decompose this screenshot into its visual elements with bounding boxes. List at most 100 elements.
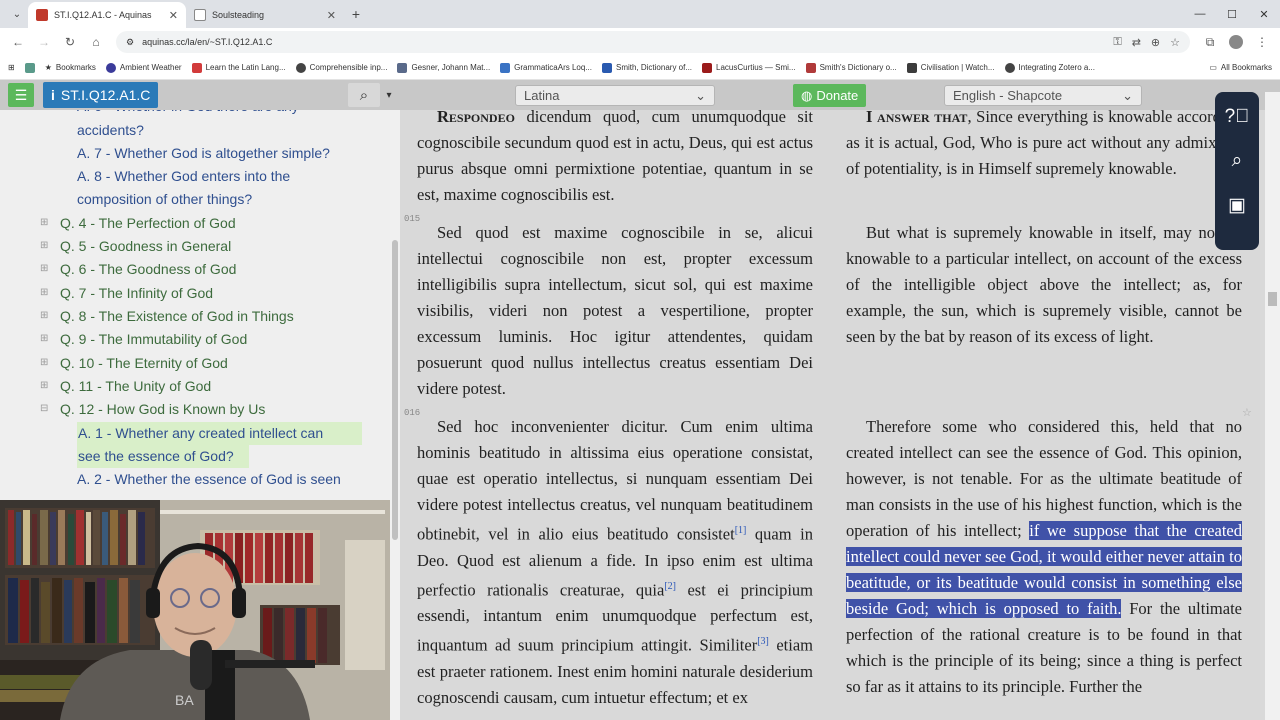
reload-icon[interactable]: ↻ xyxy=(58,30,82,54)
toc-article-selected[interactable]: A. 1 - Whether any created intellect can xyxy=(77,422,362,445)
minimize-icon[interactable]: — xyxy=(1184,0,1216,28)
url-text: aquinas.cc/la/en/~ST.I.Q12.A1.C xyxy=(142,37,273,47)
toc-question[interactable]: Q. 5 - Goodness in General xyxy=(60,235,231,258)
all-bookmarks[interactable]: ▭ All Bookmarks xyxy=(1209,63,1272,72)
toc-question[interactable]: Q. 12 - How God is Known by Us xyxy=(60,398,265,421)
bookmark-icon xyxy=(191,62,202,73)
bookmark-icon xyxy=(24,62,35,73)
bookmark-6[interactable]: GrammaticaArs Loq... xyxy=(500,62,592,73)
search-button[interactable]: ⌕ xyxy=(348,83,380,107)
expand-icon[interactable]: ⊞ xyxy=(40,217,48,228)
bookmark-star-icon[interactable]: ☆ xyxy=(1170,36,1180,49)
toc-article[interactable]: accidents? xyxy=(77,119,144,142)
home-icon[interactable]: ⌂ xyxy=(84,30,108,54)
site-info-icon[interactable]: ⚙ xyxy=(126,37,134,48)
latin-paragraph-1[interactable]: Respondeo dicendum quod, cum unumquodque… xyxy=(417,110,813,208)
zoom-icon[interactable]: ⊕ xyxy=(1151,36,1160,49)
search-icon[interactable]: ⌕ xyxy=(1222,146,1252,176)
url-field[interactable]: ⚙ aquinas.cc/la/en/~ST.I.Q12.A1.C ⚿ ⇄ ⊕ … xyxy=(116,31,1190,53)
bookmark-9[interactable]: Smith's Dictionary o... xyxy=(805,62,897,73)
toc-article[interactable]: A. 2 - Whether the essence of God is see… xyxy=(77,468,341,491)
expand-icon[interactable]: ⊞ xyxy=(40,310,48,321)
bookmark-1[interactable]: ★ Bookmarks xyxy=(45,63,96,72)
tab-soulsteading[interactable]: Soulsteading ✕ xyxy=(186,2,344,28)
bookmark-icon xyxy=(295,62,306,73)
apps-grid-icon[interactable]: ⊞ xyxy=(8,63,15,72)
bookmark-5[interactable]: Gesner, Johann Mat... xyxy=(397,62,490,73)
translate-icon[interactable]: ⇄ xyxy=(1132,36,1141,49)
toc-article[interactable]: A. 7 - Whether God is altogether simple? xyxy=(77,142,330,165)
expand-icon[interactable]: ⊞ xyxy=(40,357,48,368)
search-dropdown-icon[interactable]: ▾ xyxy=(380,83,398,107)
close-window-icon[interactable]: ✕ xyxy=(1248,0,1280,28)
toc-question[interactable]: Q. 8 - The Existence of God in Things xyxy=(60,305,294,328)
bookmark-11[interactable]: Integrating Zotero a... xyxy=(1004,62,1095,73)
scrollbar-thumb[interactable] xyxy=(392,240,398,540)
expand-icon[interactable]: ⊞ xyxy=(40,287,48,298)
tab-search-icon[interactable]: ⌄ xyxy=(6,3,28,25)
toc-question[interactable]: Q. 9 - The Immutability of God xyxy=(60,328,247,351)
bookmark-icon xyxy=(601,62,612,73)
english-paragraph-3[interactable]: Therefore some who considered this, held… xyxy=(846,414,1242,700)
window-controls: — ☐ ✕ xyxy=(1184,0,1280,28)
bookmark-8[interactable]: LacusCurtius — Smi... xyxy=(702,62,796,73)
answer-lead: I answer that xyxy=(866,110,968,126)
bookmark-label: Civilisation | Watch... xyxy=(920,63,995,72)
key-icon[interactable]: ⚿ xyxy=(1113,36,1121,49)
english-paragraph-1[interactable]: I answer that, Since everything is knowa… xyxy=(846,110,1242,182)
toc-question[interactable]: Q. 11 - The Unity of God xyxy=(60,375,211,398)
toc-article[interactable]: A. 8 - Whether God enters into the xyxy=(77,165,290,188)
tab-aquinas[interactable]: ST.I.Q12.A1.C - Aquinas ✕ xyxy=(28,2,186,28)
svg-text:BA: BA xyxy=(175,692,194,708)
webcam-image: BA xyxy=(0,500,390,720)
toc-question[interactable]: Q. 10 - The Eternity of God xyxy=(60,352,228,375)
favorite-star-icon[interactable]: ☆ xyxy=(1242,406,1252,419)
latin-paragraph-2[interactable]: Sed quod est maxime cognoscibile in se, … xyxy=(417,220,813,402)
back-icon[interactable]: ← xyxy=(6,30,30,54)
hamburger-menu-icon[interactable]: ☰ xyxy=(8,83,34,107)
expand-icon[interactable]: ⊞ xyxy=(40,240,48,251)
expand-icon[interactable]: ⊞ xyxy=(40,380,48,391)
footnote-link[interactable]: [2] xyxy=(664,581,676,592)
left-language-select[interactable]: Latina ⌄ xyxy=(515,85,715,106)
bookmark-2[interactable]: Ambient Weather xyxy=(105,62,182,73)
expand-icon[interactable]: ⊞ xyxy=(40,263,48,274)
toc-question[interactable]: Q. 7 - The Infinity of God xyxy=(60,282,213,305)
toc-article[interactable]: composition of other things? xyxy=(77,188,252,211)
extensions-icon[interactable]: ⧉ xyxy=(1198,30,1222,54)
forward-icon[interactable]: → xyxy=(32,30,56,54)
close-tab-icon[interactable]: ✕ xyxy=(169,9,178,22)
toc-article[interactable]: A. 6 - Whether in God there are any xyxy=(77,110,299,118)
bookmark-label: Ambient Weather xyxy=(119,63,182,72)
book-icon[interactable]: ▣ xyxy=(1222,190,1252,220)
help-icon[interactable]: ?⃝ xyxy=(1222,102,1252,132)
floating-action-panel: ?⃝ ⌕ ▣ xyxy=(1215,92,1259,250)
new-tab-button[interactable]: + xyxy=(344,2,368,26)
maximize-icon[interactable]: ☐ xyxy=(1216,0,1248,28)
scrollbar-thumb[interactable] xyxy=(1268,292,1277,306)
english-paragraph-2[interactable]: But what is supremely knowable in itself… xyxy=(846,220,1242,350)
donate-button[interactable]: ◍ Donate xyxy=(793,84,867,107)
menu-dots-icon[interactable]: ⋮ xyxy=(1250,30,1274,54)
bookmark-4[interactable]: Comprehensible inp... xyxy=(295,62,387,73)
footnote-link[interactable]: [3] xyxy=(757,636,769,647)
bookmark-7[interactable]: Smith, Dictionary of... xyxy=(601,62,692,73)
collapse-icon[interactable]: ⊟ xyxy=(40,403,48,414)
toc-question[interactable]: Q. 6 - The Goodness of God xyxy=(60,258,236,281)
chevron-down-icon: ⌄ xyxy=(695,87,706,103)
toc-question[interactable]: Q. 4 - The Perfection of God xyxy=(60,212,236,235)
close-tab-icon[interactable]: ✕ xyxy=(327,9,336,22)
page-scrollbar[interactable] xyxy=(1265,92,1280,720)
right-language-select[interactable]: English - Shapcote ⌄ xyxy=(944,85,1142,106)
sidebar-scrollbar[interactable] xyxy=(390,110,400,720)
bookmark-label: Smith's Dictionary o... xyxy=(819,63,897,72)
footnote-link[interactable]: [1] xyxy=(735,525,747,536)
location-button[interactable]: i ST.I.Q12.A1.C xyxy=(43,82,159,108)
profile-avatar[interactable] xyxy=(1224,30,1248,54)
toc-article-selected[interactable]: see the essence of God? xyxy=(77,445,249,468)
expand-icon[interactable]: ⊞ xyxy=(40,333,48,344)
bookmark-0[interactable] xyxy=(24,62,35,73)
latin-paragraph-3[interactable]: Sed hoc inconvenienter dicitur. Cum enim… xyxy=(417,414,813,711)
bookmark-3[interactable]: Learn the Latin Lang... xyxy=(191,62,286,73)
bookmark-10[interactable]: Civilisation | Watch... xyxy=(906,62,995,73)
